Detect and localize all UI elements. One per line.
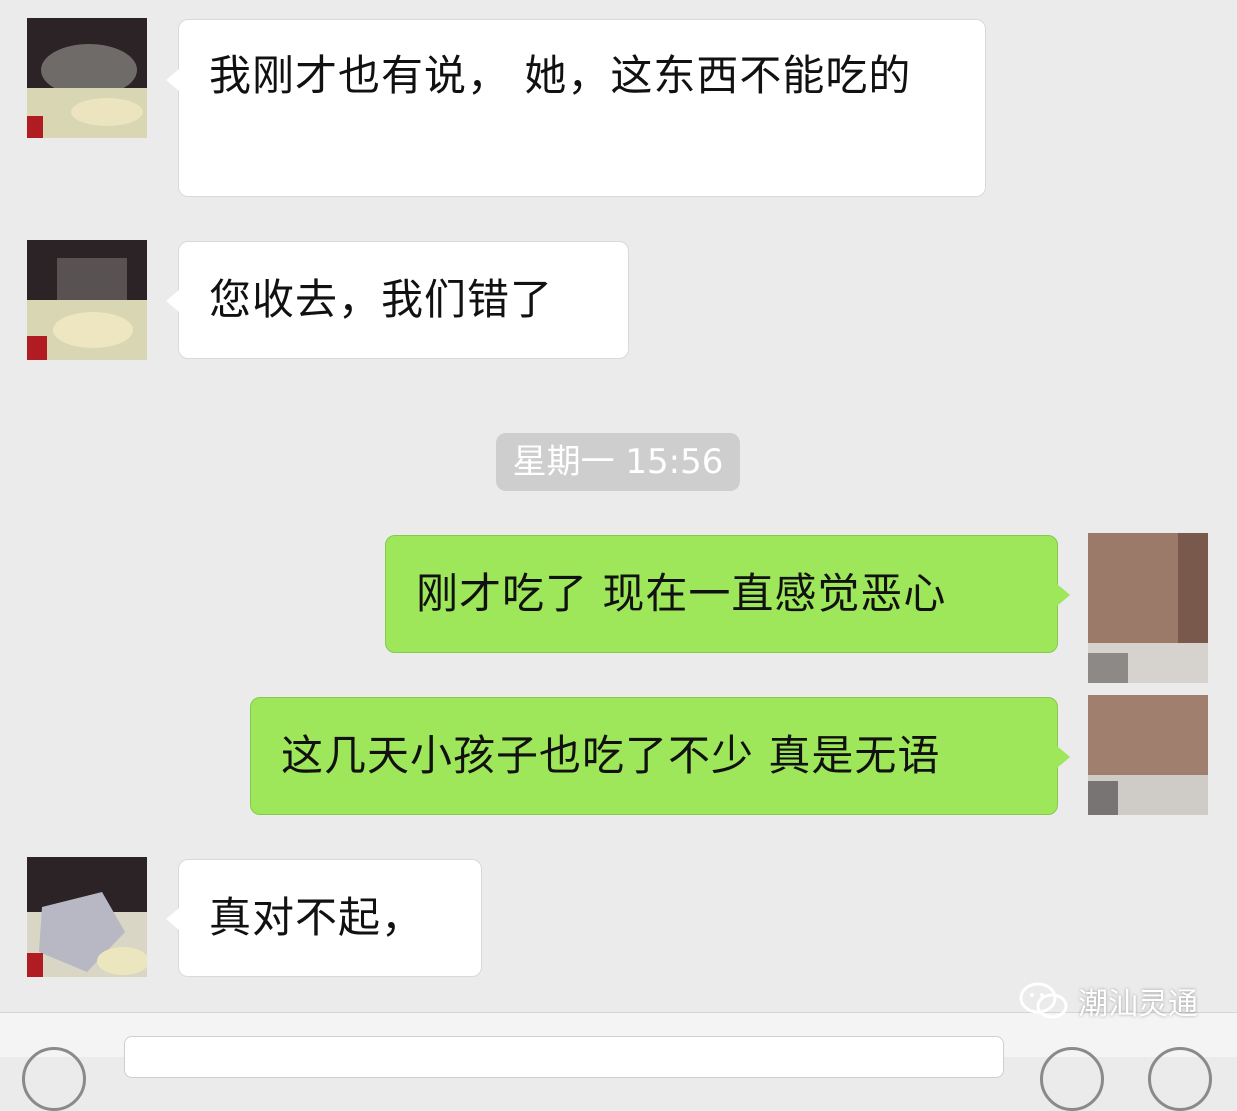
contact-avatar[interactable] (27, 857, 147, 977)
emoji-button[interactable] (1040, 1047, 1104, 1111)
message-text: 您收去，我们错了 (209, 275, 554, 324)
voice-toggle-button[interactable] (22, 1047, 86, 1111)
message-bubble-incoming[interactable]: 您收去，我们错了 (166, 241, 629, 359)
contact-avatar[interactable] (27, 18, 147, 138)
timestamp-divider: 星期一 15:56 (496, 433, 740, 491)
bubble-tail (1057, 584, 1070, 606)
message-bubble-incoming[interactable]: 真对不起， (166, 859, 482, 977)
wechat-icon (1018, 981, 1070, 1021)
message-bubble-incoming[interactable]: 我刚才也有说， 她，这东西不能吃的 (166, 19, 986, 197)
message-text: 这几天小孩子也吃了不少 真是无语 (281, 731, 941, 780)
more-button[interactable] (1148, 1047, 1212, 1111)
message-bubble-outgoing[interactable]: 刚才吃了 现在一直感觉恶心 (385, 535, 1070, 653)
user-avatar[interactable] (1088, 533, 1208, 683)
chat-window: 我刚才也有说， 她，这东西不能吃的 您收去，我们错了 星期一 15:56 刚才吃… (0, 0, 1237, 1111)
watermark: 潮汕灵通 (1018, 978, 1198, 1024)
bubble-tail (166, 908, 179, 930)
message-text: 刚才吃了 现在一直感觉恶心 (416, 569, 947, 618)
message-text: 我刚才也有说， 她，这东西不能吃的 (209, 51, 912, 100)
message-text: 真对不起， (209, 893, 425, 942)
watermark-text: 潮汕灵通 (1078, 987, 1198, 1022)
user-avatar[interactable] (1088, 695, 1208, 815)
contact-avatar[interactable] (27, 240, 147, 360)
message-input[interactable] (124, 1036, 1004, 1078)
bubble-tail (1057, 746, 1070, 768)
bubble-tail (166, 69, 179, 91)
message-bubble-outgoing[interactable]: 这几天小孩子也吃了不少 真是无语 (250, 697, 1070, 815)
bubble-tail (166, 290, 179, 312)
